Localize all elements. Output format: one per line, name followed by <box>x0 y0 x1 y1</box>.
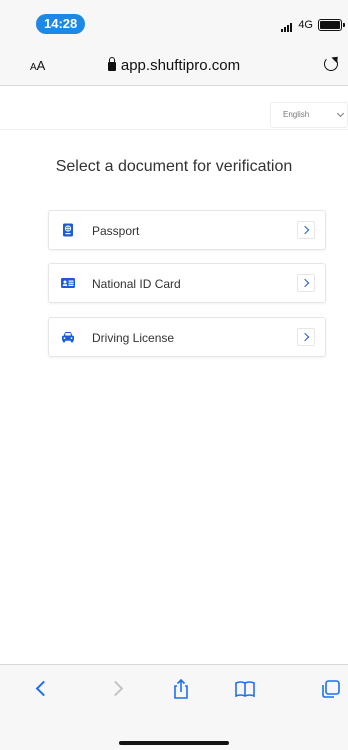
id-card-icon <box>61 278 75 288</box>
page-title: Select a document for verification <box>55 158 293 175</box>
status-time: 14:28 <box>36 14 86 34</box>
signal-icon <box>281 22 292 32</box>
network-type: 4G <box>298 19 313 31</box>
web-page: English Select a document for verificati… <box>0 86 348 664</box>
car-icon <box>62 332 74 343</box>
lock-icon <box>107 57 116 71</box>
language-row: English <box>0 86 348 130</box>
document-option-driving-license[interactable]: Driving License <box>48 317 326 357</box>
document-label: National ID Card <box>92 277 181 291</box>
phone-screen: 14:28 4G AA app.shuftipro.com English Se… <box>0 0 348 750</box>
chevron-down-icon <box>336 109 345 118</box>
document-label: Passport <box>92 224 140 238</box>
share-icon[interactable] <box>169 677 193 701</box>
back-icon[interactable] <box>30 677 54 701</box>
language-select[interactable]: English <box>270 102 348 128</box>
battery-icon <box>318 19 345 31</box>
browser-address-bar[interactable]: AA app.shuftipro.com <box>0 46 348 86</box>
document-option-national-id[interactable]: National ID Card <box>48 263 326 303</box>
url-field[interactable]: app.shuftipro.com <box>0 57 348 74</box>
browser-toolbar <box>0 664 348 750</box>
home-indicator <box>119 741 229 745</box>
status-bar: 14:28 4G <box>0 0 348 46</box>
tabs-icon[interactable] <box>318 677 342 701</box>
document-label: Driving License <box>92 331 175 345</box>
forward-icon[interactable] <box>106 677 130 701</box>
language-value: English <box>283 110 310 119</box>
passport-icon <box>63 223 73 237</box>
reload-icon[interactable] <box>324 57 338 71</box>
chevron-right-icon[interactable] <box>297 328 315 346</box>
url-text: app.shuftipro.com <box>120 57 241 74</box>
document-option-passport[interactable]: Passport <box>48 210 326 250</box>
chevron-right-icon[interactable] <box>297 274 315 292</box>
chevron-right-icon[interactable] <box>297 221 315 239</box>
bookmarks-icon[interactable] <box>233 677 257 701</box>
